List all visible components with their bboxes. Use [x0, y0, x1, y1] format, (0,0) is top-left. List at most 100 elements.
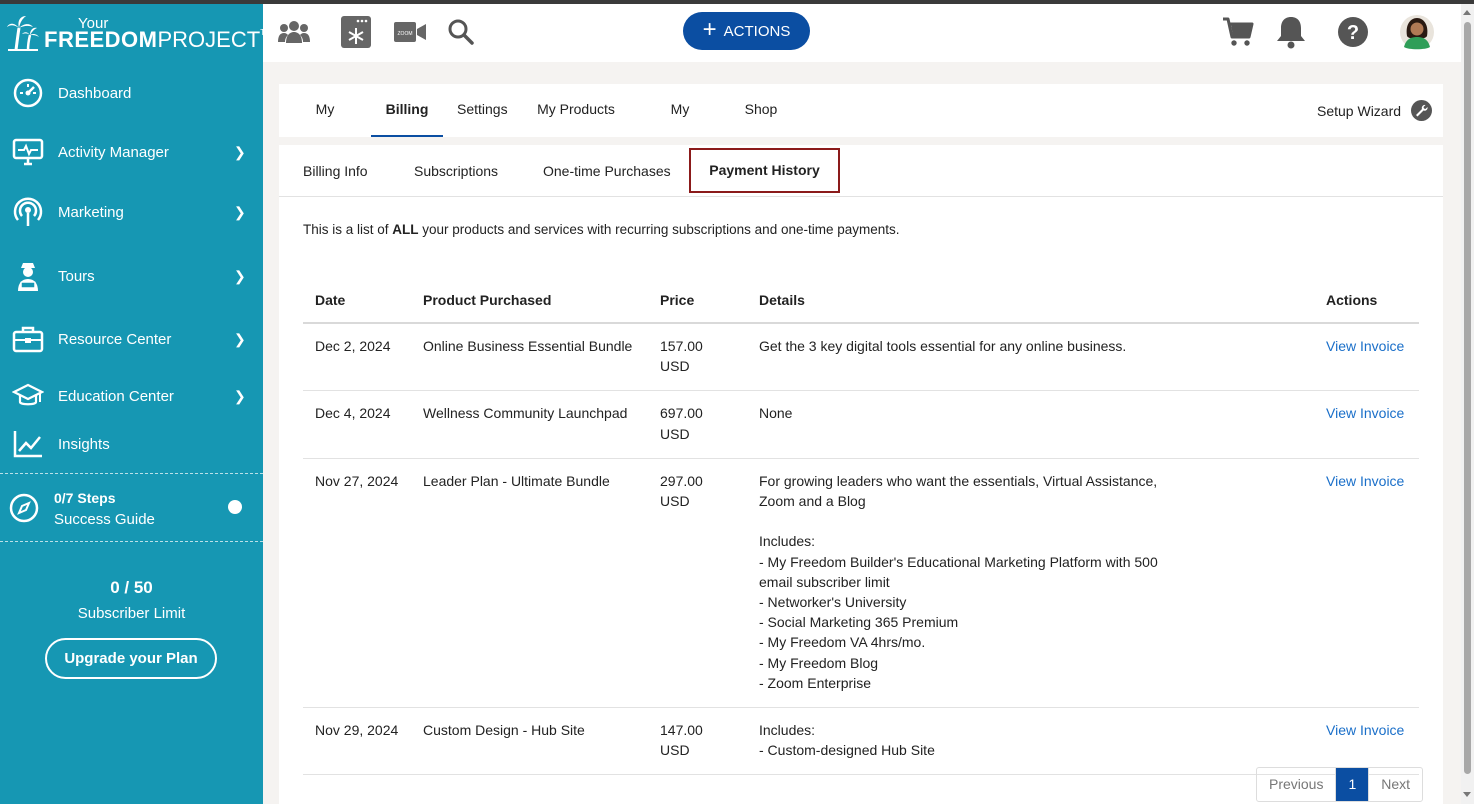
tab-shop[interactable]: Shop: [743, 84, 779, 137]
actions-button[interactable]: + ACTIONS: [683, 12, 810, 50]
sidebar-item-activity-manager[interactable]: Activity Manager ❯: [0, 127, 263, 177]
row-details: For growing leaders who want the essenti…: [747, 458, 1314, 709]
briefcase-icon: [12, 323, 44, 355]
table-row: Dec 2, 2024 Online Business Essential Bu…: [303, 323, 1419, 392]
steps-count: 0/7 Steps: [54, 490, 116, 506]
sidebar-item-label: Dashboard: [58, 84, 132, 102]
page-scrollbar[interactable]: [1461, 4, 1474, 804]
row-product: Wellness Community Launchpad: [411, 390, 648, 459]
snowflake-app-icon[interactable]: [337, 14, 375, 50]
billing-sub-tabs: Billing Info Subscriptions One-time Purc…: [279, 145, 1443, 197]
cart-icon[interactable]: [1219, 14, 1257, 50]
wrench-icon: [1411, 100, 1433, 121]
table-row: Nov 29, 2024 Custom Design - Hub Site 14…: [303, 707, 1419, 776]
steps-indicator-dot: [228, 500, 242, 514]
scroll-down-arrow-icon[interactable]: [1463, 792, 1471, 797]
sidebar-item-education-center[interactable]: Education Center ❯: [0, 371, 263, 421]
tab-billing[interactable]: Billing: [371, 84, 443, 137]
intro-text: This is a list of ALL your products and …: [303, 222, 900, 237]
row-actions: View Invoice: [1314, 390, 1419, 459]
compass-icon: [8, 492, 40, 529]
tab-my-products[interactable]: My Products: [537, 84, 615, 137]
sidebar: Your FREEDOMPROJECTTM Dashboard Activity…: [0, 4, 272, 804]
table-row: Dec 4, 2024 Wellness Community Launchpad…: [303, 390, 1419, 459]
row-price: 697.00 USD: [648, 390, 747, 459]
subscriber-limit-label: Subscriber Limit: [77, 605, 186, 622]
view-invoice-link[interactable]: View Invoice: [1326, 338, 1404, 354]
subtab-one-time-purchases[interactable]: One-time Purchases: [543, 145, 671, 197]
actions-label: ACTIONS: [723, 22, 791, 40]
upgrade-plan-button[interactable]: Upgrade your Plan: [45, 638, 217, 679]
help-icon[interactable]: ?: [1334, 14, 1372, 50]
user-avatar[interactable]: [1398, 14, 1436, 50]
row-date: Dec 4, 2024: [303, 390, 411, 459]
payment-history-table: Date Product Purchased Price Details Act…: [303, 278, 1419, 776]
tab-settings[interactable]: Settings: [457, 84, 508, 137]
view-invoice-link[interactable]: View Invoice: [1326, 722, 1404, 738]
search-icon[interactable]: [442, 14, 480, 50]
sidebar-item-resource-center[interactable]: Resource Center ❯: [0, 314, 263, 364]
brand-logo[interactable]: Your FREEDOMPROJECTTM: [6, 12, 272, 54]
subtab-subscriptions[interactable]: Subscriptions: [414, 145, 498, 197]
row-details: None: [747, 390, 1314, 459]
chart-line-icon: [12, 428, 44, 460]
row-actions: View Invoice: [1314, 458, 1419, 709]
brand-freedom: FREEDOM: [44, 26, 158, 52]
table-row: Nov 27, 2024 Leader Plan - Ultimate Bund…: [303, 458, 1419, 709]
tab-my-courses[interactable]: My Courses: [643, 84, 717, 168]
sidebar-item-label: Tours: [58, 267, 95, 285]
chevron-right-icon: ❯: [234, 330, 246, 347]
team-users-icon[interactable]: [275, 14, 313, 50]
chevron-right-icon: ❯: [234, 387, 246, 404]
row-date: Nov 29, 2024: [303, 707, 411, 776]
scrollbar-thumb[interactable]: [1464, 22, 1471, 774]
sidebar-item-dashboard[interactable]: Dashboard: [0, 68, 263, 118]
next-page-button[interactable]: Next: [1368, 768, 1422, 801]
row-date: Dec 2, 2024: [303, 323, 411, 392]
setup-wizard-label: Setup Wizard: [1317, 102, 1402, 119]
monitor-icon: [12, 136, 44, 168]
table-header-row: Date Product Purchased Price Details Act…: [303, 278, 1419, 324]
row-date: Nov 27, 2024: [303, 458, 411, 709]
row-actions: View Invoice: [1314, 323, 1419, 392]
brand-project: PROJECT: [157, 26, 261, 52]
sidebar-item-insights[interactable]: Insights: [0, 419, 263, 469]
row-details: Includes: - Custom-designed Hub Site: [747, 707, 1314, 776]
subscriber-count: 0 / 50: [110, 578, 153, 597]
subtab-payment-history[interactable]: Payment History: [689, 148, 840, 193]
view-invoice-link[interactable]: View Invoice: [1326, 473, 1404, 489]
sidebar-item-tours[interactable]: Tours ❯: [0, 251, 263, 301]
tour-guide-icon: [12, 260, 44, 292]
page-1-button[interactable]: 1: [1335, 768, 1369, 801]
sidebar-item-label: Resource Center: [58, 330, 172, 348]
row-product: Custom Design - Hub Site: [411, 707, 648, 776]
sidebar-divider: [0, 541, 263, 542]
sidebar-item-label: Insights: [58, 435, 110, 453]
row-product: Online Business Essential Bundle: [411, 323, 648, 392]
previous-page-button[interactable]: Previous: [1257, 768, 1335, 801]
header-actions: Actions: [1314, 278, 1419, 324]
intro-after: your products and services with recurrin…: [418, 222, 900, 237]
row-price: 147.00 USD: [648, 707, 747, 776]
header-date: Date: [303, 278, 411, 324]
header-price: Price: [648, 278, 747, 324]
scroll-up-arrow-icon[interactable]: [1463, 10, 1471, 15]
success-guide[interactable]: 0/7 Steps Success Guide: [0, 474, 263, 542]
setup-wizard-link[interactable]: Setup Wizard: [1317, 84, 1433, 137]
graduation-cap-icon: [12, 380, 44, 412]
row-price: 297.00 USD: [648, 458, 747, 709]
svg-text:?: ?: [1347, 22, 1359, 44]
sidebar-item-marketing[interactable]: Marketing ❯: [0, 187, 263, 237]
zoom-video-icon[interactable]: ZOOM: [391, 14, 429, 50]
bell-icon[interactable]: [1272, 14, 1310, 50]
view-invoice-link[interactable]: View Invoice: [1326, 405, 1404, 421]
subtab-billing-info[interactable]: Billing Info: [303, 145, 368, 197]
top-bar: ZOOM + ACTIONS ?: [263, 4, 1461, 62]
billing-card: Billing Info Subscriptions One-time Purc…: [279, 145, 1443, 804]
chevron-right-icon: ❯: [234, 203, 246, 220]
steps-label: Success Guide: [54, 511, 155, 528]
zoom-label: ZOOM: [398, 31, 413, 37]
chevron-right-icon: ❯: [234, 267, 246, 284]
chevron-right-icon: ❯: [234, 143, 246, 160]
tab-my-profile[interactable]: My Profile: [295, 84, 355, 168]
